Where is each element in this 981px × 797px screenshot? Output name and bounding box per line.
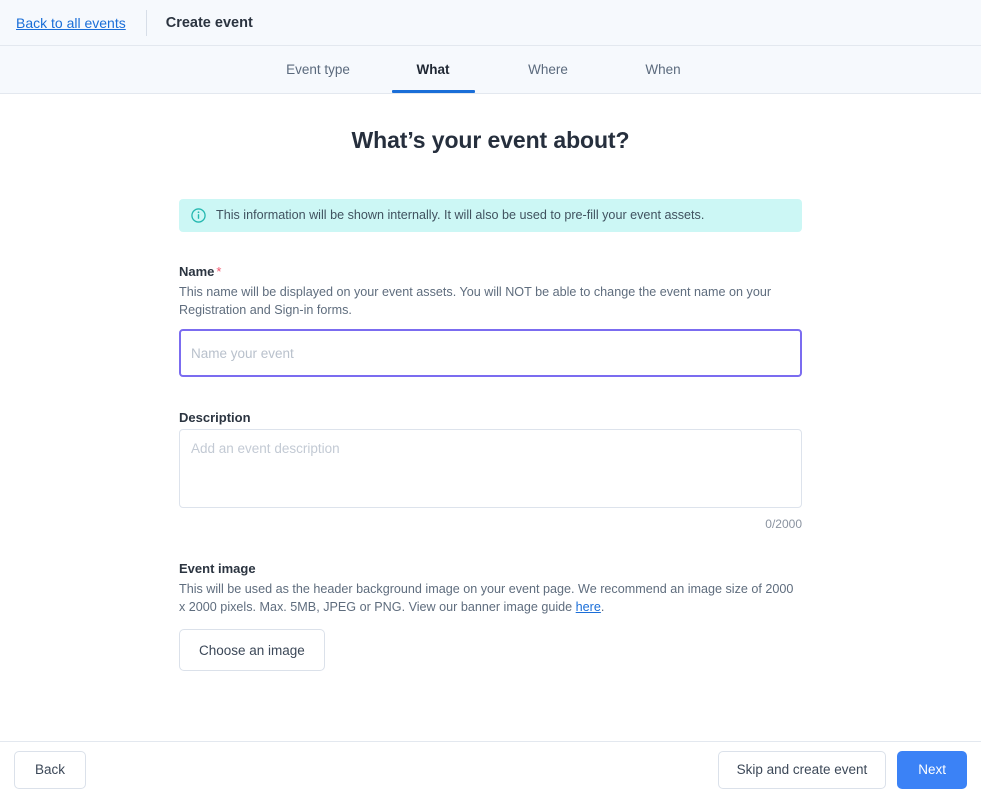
page-title: Create event [165,14,253,31]
next-button[interactable]: Next [897,750,967,789]
event-image-field-group: Event image This will be used as the hea… [179,561,802,671]
tab-what-label: What [416,62,450,77]
event-image-help-text-after: . [600,600,605,614]
name-field-help: This name will be displayed on your even… [179,285,772,317]
tab-event-type-label: Event type [286,62,350,77]
tab-where-label: Where [528,62,568,77]
banner-image-guide-link[interactable]: here [576,600,601,614]
header-divider [145,9,147,36]
tab-event-type[interactable]: Event type [261,46,376,93]
form-heading: What’s your event about? [351,127,630,153]
tab-when-label: When [645,62,681,77]
back-button[interactable]: Back [14,750,87,789]
step-tabs: Event type What Where When [261,46,721,93]
tab-when[interactable]: When [606,46,721,93]
choose-an-image-button[interactable]: Choose an image [179,629,325,671]
wizard-footer-bar: Back Skip and create event Next [0,741,981,797]
form-container: What’s your event about? This informatio… [179,94,802,671]
back-to-all-events-link[interactable]: Back to all events [16,15,126,31]
create-event-page: Back to all events Create event Event ty… [0,0,981,797]
event-image-help: This will be used as the header backgrou… [179,580,802,616]
description-field-label: Description [179,410,251,425]
description-character-counter: 0/2000 [765,517,802,531]
name-label-text: Name [179,264,215,279]
description-field-group: Description 0/2000 [179,410,802,531]
info-banner-text: This information will be shown internall… [216,208,705,223]
event-description-textarea[interactable] [179,429,802,508]
required-asterisk: * [216,264,222,279]
main-content-area: What’s your event about? This informatio… [0,94,981,741]
tab-what[interactable]: What [376,46,491,93]
info-circle-icon [191,208,206,223]
name-field-group: Name * This name will be displayed on you… [179,264,802,377]
top-header-bar: Back to all events Create event [0,0,981,46]
footer-right-actions: Skip and create event Next [717,750,967,789]
info-banner: This information will be shown internall… [179,199,802,232]
skip-and-create-event-button[interactable]: Skip and create event [717,750,887,789]
tab-where[interactable]: Where [491,46,606,93]
step-tab-bar: Event type What Where When [0,46,981,94]
event-image-label: Event image [179,561,256,576]
name-field-label: Name * [179,264,802,279]
event-name-input[interactable] [179,329,802,377]
event-image-help-text-before: This will be used as the header backgrou… [179,582,794,614]
